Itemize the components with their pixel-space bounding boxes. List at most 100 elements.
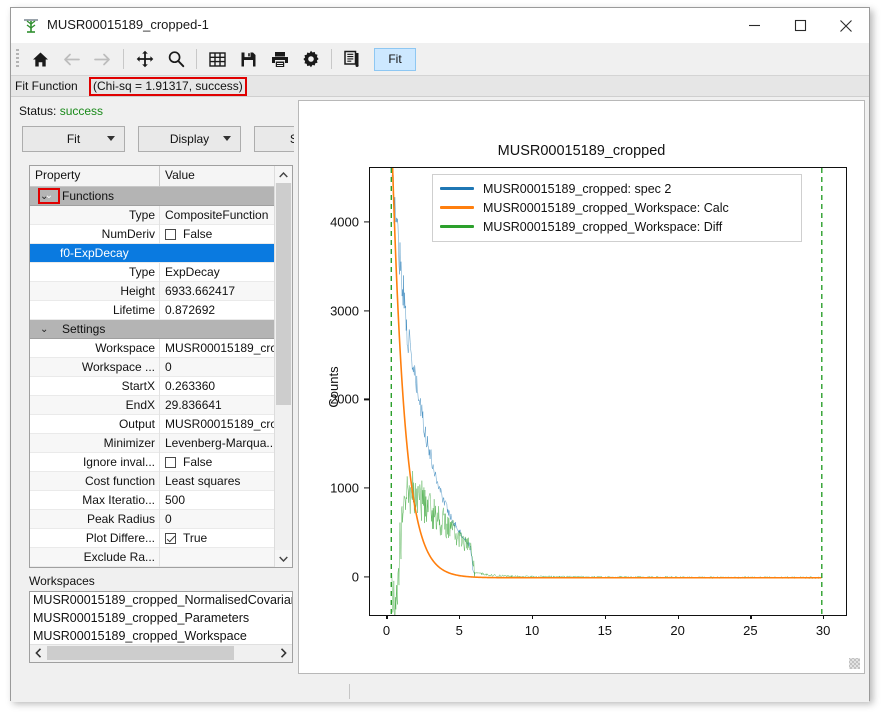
property-value[interactable]: Levenberg-Marqua... — [160, 434, 292, 453]
property-value[interactable]: ExpDecay — [160, 263, 292, 282]
printer-icon[interactable] — [264, 44, 295, 74]
list-item[interactable]: MUSR00015189_cropped_NormalisedCovarianc — [30, 592, 292, 610]
property-value[interactable]: 500 — [160, 491, 292, 510]
zoom-magnifier-icon[interactable] — [160, 44, 191, 74]
status-value: success — [60, 104, 103, 118]
checkbox-icon[interactable] — [165, 533, 176, 544]
list-item[interactable]: MUSR00015189_cropped_Parameters — [30, 610, 292, 628]
table-row[interactable]: MinimizerLevenberg-Marqua... — [30, 434, 292, 453]
property-value[interactable] — [160, 548, 292, 567]
toolbar-separator — [123, 49, 124, 69]
toolbar-drag-handle[interactable] — [16, 49, 19, 69]
workspaces-horizontal-scrollbar[interactable] — [30, 644, 292, 662]
workspaces-list[interactable]: MUSR00015189_cropped_NormalisedCovarianc… — [29, 591, 293, 663]
property-value[interactable]: 29.836641 — [160, 396, 292, 415]
chevron-down-icon[interactable]: ⌄ — [40, 320, 48, 339]
chevron-down-icon: ⌄ — [45, 191, 53, 201]
table-row[interactable]: Workspace ...0 — [30, 358, 292, 377]
legend-color-swatch — [440, 225, 474, 228]
table-row[interactable]: ⌄Settings — [30, 320, 292, 339]
table-row[interactable]: Cost functionLeast squares — [30, 472, 292, 491]
legend-entry[interactable]: MUSR00015189_cropped_Workspace: Diff — [440, 217, 794, 236]
table-row[interactable]: ⌄Functions — [30, 187, 292, 206]
table-row[interactable]: EndX29.836641 — [30, 396, 292, 415]
fit-browser-window: MUSR00015189_cropped-1 — [10, 7, 870, 701]
maximize-button[interactable] — [777, 8, 823, 43]
property-name: Max Iteratio... — [30, 491, 160, 510]
table-row[interactable]: ⌄f0-ExpDecay — [30, 244, 292, 263]
generate-script-icon[interactable] — [337, 44, 368, 74]
fit-toolbar-button[interactable]: Fit — [374, 48, 416, 71]
property-value[interactable]: False — [160, 225, 292, 244]
x-tick-label: 5 — [456, 623, 463, 638]
plot-canvas[interactable]: MUSR00015189_cropped Counts 010002000300… — [298, 100, 865, 674]
property-value[interactable]: 0 — [160, 510, 292, 529]
checkbox-icon[interactable] — [165, 457, 176, 468]
expand-chevron-highlight[interactable]: ⌄ — [38, 188, 60, 204]
mantid-workbench-icon — [21, 16, 41, 36]
property-name: Output — [30, 415, 160, 434]
scroll-left-arrow-icon[interactable] — [30, 645, 47, 661]
legend-entry[interactable]: MUSR00015189_cropped: spec 2 — [440, 179, 794, 198]
scroll-down-arrow-icon[interactable] — [275, 550, 292, 567]
y-tick-label: 3000 — [330, 303, 359, 318]
grid-icon[interactable] — [202, 44, 233, 74]
window-title: MUSR00015189_cropped-1 — [47, 17, 209, 32]
scroll-right-arrow-icon[interactable] — [275, 645, 292, 661]
table-row[interactable]: Exclude Ra... — [30, 548, 292, 567]
save-disk-icon[interactable] — [233, 44, 264, 74]
back-arrow-icon[interactable] — [56, 44, 87, 74]
table-row[interactable]: Peak Radius0 — [30, 510, 292, 529]
table-row[interactable]: StartX0.263360 — [30, 377, 292, 396]
property-value[interactable]: CompositeFunction — [160, 206, 292, 225]
legend-label: MUSR00015189_cropped_Workspace: Diff — [483, 220, 722, 234]
minimize-button[interactable] — [731, 8, 777, 43]
property-value[interactable] — [160, 244, 292, 263]
scroll-up-arrow-icon[interactable] — [275, 166, 292, 183]
scrollbar-thumb[interactable] — [276, 183, 291, 405]
property-table[interactable]: Property Value ⌄FunctionsTypeCompositeFu… — [29, 165, 293, 568]
table-row[interactable]: Max Iteratio...500 — [30, 491, 292, 510]
property-value[interactable]: 0 — [160, 358, 292, 377]
table-row[interactable]: Lifetime0.872692 — [30, 301, 292, 320]
chart-legend[interactable]: MUSR00015189_cropped: spec 2 MUSR0001518… — [432, 174, 802, 242]
home-icon[interactable] — [25, 44, 56, 74]
fit-property-panel: Status: success Fit Display Setup — [11, 97, 294, 702]
toolbar-separator — [331, 49, 332, 69]
property-value[interactable]: True — [160, 529, 292, 548]
display-dropdown-button[interactable]: Display — [138, 126, 241, 152]
gear-icon[interactable] — [295, 44, 326, 74]
table-row[interactable]: WorkspaceMUSR00015189_cro... — [30, 339, 292, 358]
plot-resize-grip[interactable] — [849, 658, 860, 669]
property-value[interactable]: Least squares — [160, 472, 292, 491]
fit-status: Status: success — [19, 104, 103, 118]
property-value[interactable]: MUSR00015189_cro... — [160, 415, 292, 434]
property-value[interactable]: 6933.662417 — [160, 282, 292, 301]
chevron-down-icon — [223, 136, 231, 141]
forward-arrow-icon[interactable] — [87, 44, 118, 74]
property-value[interactable]: MUSR00015189_cro... — [160, 339, 292, 358]
close-button[interactable] — [823, 8, 869, 43]
checkbox-icon[interactable] — [165, 229, 176, 240]
x-tick-label: 10 — [525, 623, 539, 638]
plot-toolbar: Fit — [11, 43, 869, 76]
property-value[interactable]: False — [160, 453, 292, 472]
table-row[interactable]: Plot Differe...True — [30, 529, 292, 548]
table-row[interactable]: TypeExpDecay — [30, 263, 292, 282]
pan-move-icon[interactable] — [129, 44, 160, 74]
x-tick-label: 25 — [743, 623, 757, 638]
hscrollbar-thumb[interactable] — [47, 646, 234, 660]
table-row[interactable]: TypeCompositeFunction — [30, 206, 292, 225]
status-label: Status: — [19, 104, 56, 118]
fit-dropdown-button[interactable]: Fit — [22, 126, 125, 152]
property-value[interactable]: 0.263360 — [160, 377, 292, 396]
property-name: Settings — [30, 320, 177, 339]
table-row[interactable]: Height6933.662417 — [30, 282, 292, 301]
plot-axes[interactable]: MUSR00015189_cropped: spec 2 MUSR0001518… — [369, 167, 847, 616]
table-row[interactable]: Ignore inval...False — [30, 453, 292, 472]
table-row[interactable]: OutputMUSR00015189_cro... — [30, 415, 292, 434]
property-table-scrollbar[interactable] — [274, 166, 292, 567]
table-row[interactable]: NumDerivFalse — [30, 225, 292, 244]
legend-entry[interactable]: MUSR00015189_cropped_Workspace: Calc — [440, 198, 794, 217]
property-value[interactable]: 0.872692 — [160, 301, 292, 320]
